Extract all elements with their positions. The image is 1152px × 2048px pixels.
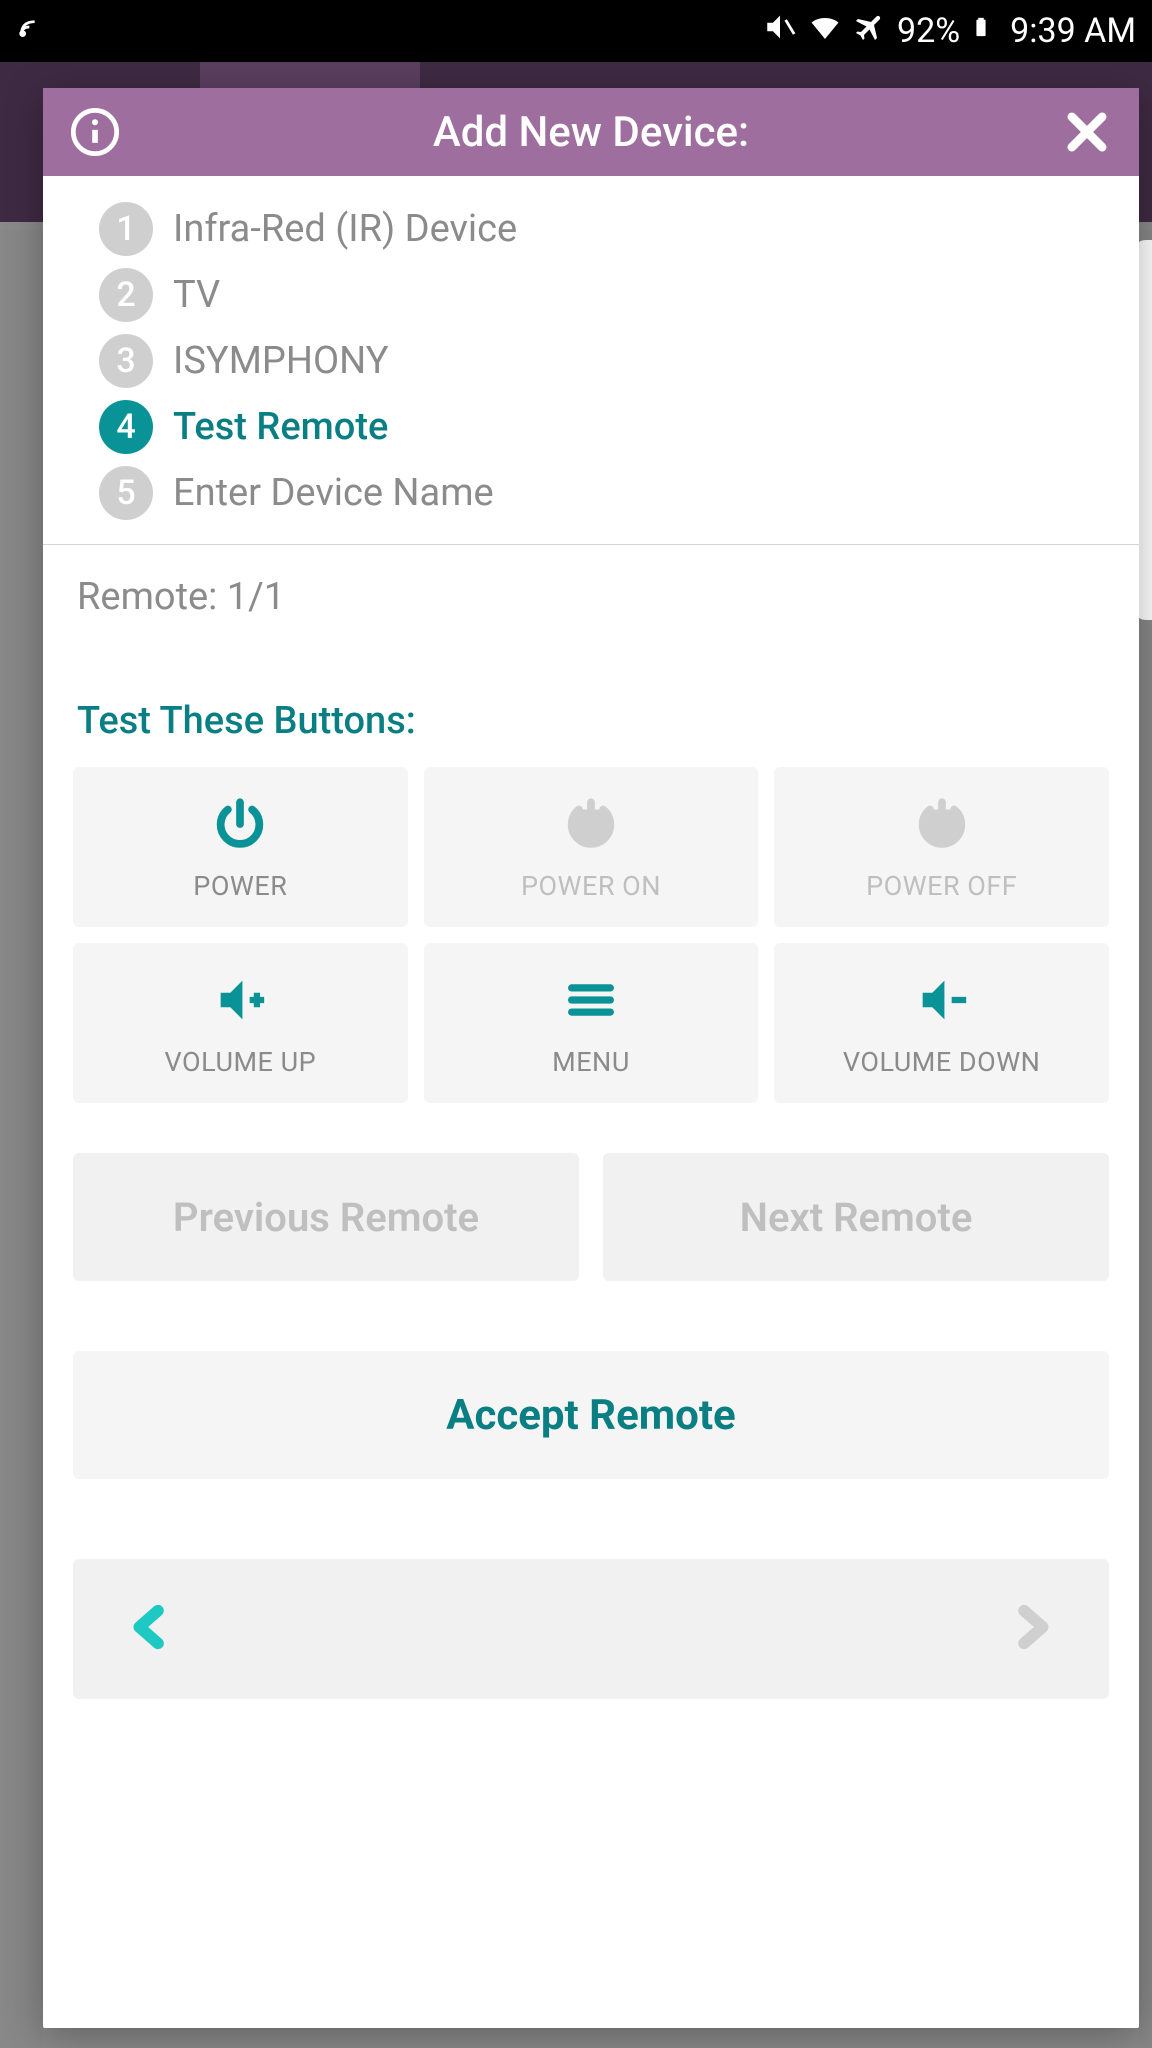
step-label: Enter Device Name bbox=[173, 471, 494, 515]
button-label: POWER ON bbox=[521, 870, 661, 902]
volume-up-button[interactable]: VOLUME UP bbox=[73, 943, 408, 1103]
previous-remote-button: Previous Remote bbox=[73, 1153, 579, 1281]
wizard-next-button bbox=[1003, 1599, 1059, 1659]
step-3[interactable]: 3 ISYMPHONY bbox=[99, 328, 1099, 394]
step-label: Infra-Red (IR) Device bbox=[173, 207, 517, 251]
accept-remote-button[interactable]: Accept Remote bbox=[73, 1351, 1109, 1479]
battery-percent: 92% bbox=[897, 11, 960, 51]
button-label: MENU bbox=[552, 1046, 630, 1078]
step-badge: 5 bbox=[99, 466, 153, 520]
modal-header: Add New Device: bbox=[43, 88, 1139, 176]
next-remote-button: Next Remote bbox=[603, 1153, 1109, 1281]
remote-nav-row: Previous Remote Next Remote bbox=[73, 1153, 1109, 1281]
step-label: ISYMPHONY bbox=[173, 339, 389, 383]
power-off-button: POWER OFF bbox=[774, 767, 1109, 927]
wifi-icon bbox=[807, 9, 843, 54]
step-label: TV bbox=[173, 273, 220, 317]
clock: 9:39 AM bbox=[1010, 11, 1136, 51]
modal-title: Add New Device: bbox=[123, 108, 1059, 157]
mute-icon bbox=[763, 10, 797, 53]
scrim-left bbox=[0, 230, 43, 2048]
step-4[interactable]: 4 Test Remote bbox=[99, 394, 1099, 460]
step-5[interactable]: 5 Enter Device Name bbox=[99, 460, 1099, 526]
power-button[interactable]: POWER bbox=[73, 767, 408, 927]
button-label: POWER OFF bbox=[866, 870, 1017, 902]
cast-icon bbox=[16, 11, 48, 52]
volume-up-icon bbox=[211, 968, 269, 1032]
power-icon bbox=[913, 792, 971, 856]
step-badge: 1 bbox=[99, 202, 153, 256]
volume-down-icon bbox=[913, 968, 971, 1032]
power-on-button: POWER ON bbox=[424, 767, 759, 927]
step-badge: 2 bbox=[99, 268, 153, 322]
wizard-nav bbox=[73, 1559, 1109, 1699]
power-icon bbox=[211, 792, 269, 856]
wizard-back-button[interactable] bbox=[123, 1599, 179, 1659]
test-button-grid: POWER POWER ON POWER OFF bbox=[73, 767, 1109, 1103]
remote-section: Remote: 1/1 Test These Buttons: POWER PO… bbox=[43, 545, 1139, 1699]
button-label: VOLUME UP bbox=[165, 1046, 317, 1078]
button-label: POWER bbox=[193, 870, 287, 902]
step-1[interactable]: 1 Infra-Red (IR) Device bbox=[99, 196, 1099, 262]
close-button[interactable] bbox=[1059, 104, 1115, 160]
step-badge: 3 bbox=[99, 334, 153, 388]
status-bar: 92% 9:39 AM bbox=[0, 0, 1152, 62]
add-device-modal: Add New Device: 1 Infra-Red (IR) Device … bbox=[43, 88, 1139, 2028]
step-badge: 4 bbox=[99, 400, 153, 454]
modal-body: 1 Infra-Red (IR) Device 2 TV 3 ISYMPHONY… bbox=[43, 176, 1139, 2028]
steps-list: 1 Infra-Red (IR) Device 2 TV 3 ISYMPHONY… bbox=[43, 176, 1139, 544]
remote-count: Remote: 1/1 bbox=[73, 565, 1109, 659]
step-label: Test Remote bbox=[173, 405, 388, 449]
info-button[interactable] bbox=[67, 104, 123, 160]
button-label: VOLUME DOWN bbox=[843, 1046, 1041, 1078]
volume-down-button[interactable]: VOLUME DOWN bbox=[774, 943, 1109, 1103]
power-icon bbox=[562, 792, 620, 856]
airplane-icon bbox=[853, 10, 887, 53]
menu-icon bbox=[562, 968, 620, 1032]
battery-icon bbox=[970, 10, 992, 53]
menu-button[interactable]: MENU bbox=[424, 943, 759, 1103]
step-2[interactable]: 2 TV bbox=[99, 262, 1099, 328]
test-buttons-heading: Test These Buttons: bbox=[73, 659, 1109, 767]
